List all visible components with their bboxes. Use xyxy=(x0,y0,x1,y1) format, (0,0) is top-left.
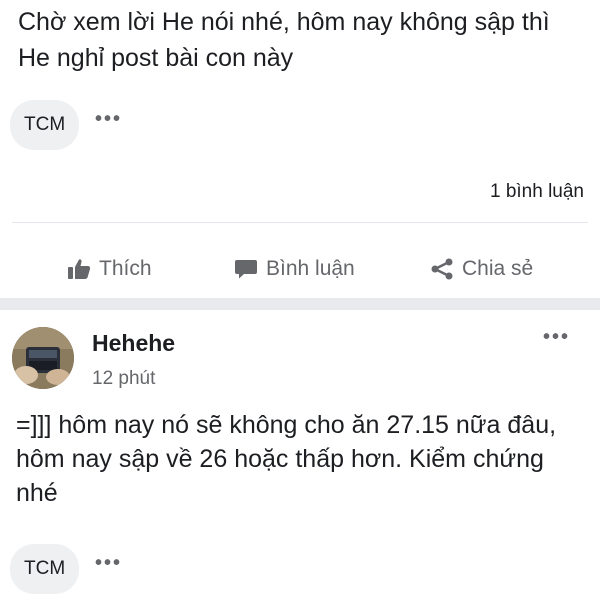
comment-button[interactable]: Bình luận xyxy=(234,246,355,292)
avatar[interactable] xyxy=(12,327,74,389)
like-button[interactable]: Thích xyxy=(67,246,152,292)
comment-time[interactable]: 12 phút xyxy=(92,368,155,390)
share-button[interactable]: Chia sẻ xyxy=(430,246,533,292)
post-tag-chip[interactable]: TCM xyxy=(10,100,80,150)
post-text: Chờ xem lời He nói nhé, hôm nay không sậ… xyxy=(18,8,550,72)
comment-count-link[interactable]: 1 bình luận xyxy=(490,181,584,203)
comment-label: Bình luận xyxy=(266,257,355,280)
comment-text: =]]] hôm nay nó sẽ không cho ăn 27.15 nữ… xyxy=(16,411,557,507)
section-separator xyxy=(0,298,600,310)
thumbs-up-icon xyxy=(67,258,91,280)
comment-author[interactable]: Hehehe xyxy=(92,330,175,357)
like-label: Thích xyxy=(99,257,152,280)
share-icon xyxy=(430,258,454,280)
comment-more-button[interactable]: ••• xyxy=(543,326,570,349)
comment-tag-chip[interactable]: TCM xyxy=(10,544,80,594)
divider xyxy=(12,222,588,223)
comment-bubble-icon xyxy=(234,258,258,280)
post-tag-more-button[interactable]: ••• xyxy=(95,108,122,131)
share-label: Chia sẻ xyxy=(462,257,534,280)
comment-tag-more-button[interactable]: ••• xyxy=(95,552,122,575)
post-actions-bar: Thích Bình luận Chia sẻ xyxy=(0,246,600,292)
